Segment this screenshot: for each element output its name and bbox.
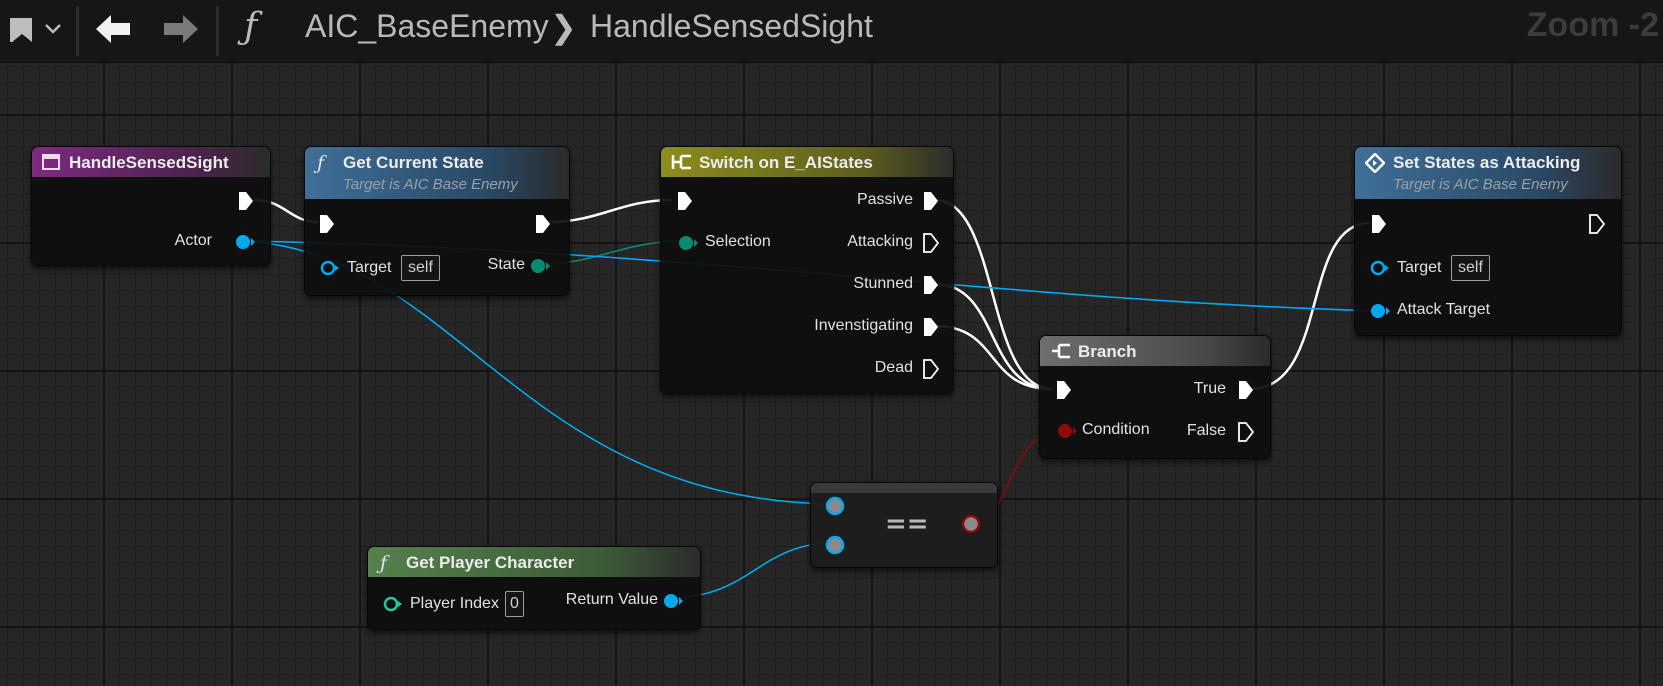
- node-get-player-character[interactable]: ƒ Get Player Character Player Index 0 Re…: [367, 546, 701, 630]
- object-in-pin-icon[interactable]: [1369, 302, 1391, 320]
- function-entry-icon: [42, 154, 60, 170]
- pin-label-condition: Condition: [1082, 421, 1150, 438]
- function-icon: ƒ: [317, 152, 325, 174]
- forward-arrow-icon[interactable]: [162, 12, 200, 46]
- exec-out-pin-icon[interactable]: [923, 317, 939, 337]
- node-title: Branch: [1078, 342, 1137, 361]
- node-subtitle: Target is AIC Base Enemy: [1393, 176, 1568, 193]
- node-title: Set States as Attacking: [1393, 153, 1581, 172]
- target-in-pin-icon[interactable]: [319, 259, 341, 277]
- pin-label-investigating: Invenstigating: [814, 317, 913, 334]
- toolbar: ƒ AIC_BaseEnemy ❯ HandleSensedSight Zoom…: [0, 0, 1663, 63]
- exec-out-pin-icon[interactable]: [1238, 422, 1254, 442]
- chevron-down-icon[interactable]: [44, 22, 62, 36]
- exec-out-pin-icon[interactable]: [923, 191, 939, 211]
- node-title: Get Player Character: [406, 553, 575, 572]
- node-branch[interactable]: Branch Condition True False: [1039, 335, 1271, 459]
- object-in-pin-icon[interactable]: [825, 496, 845, 516]
- pin-label-target: Target: [347, 259, 392, 276]
- breadcrumb-function[interactable]: HandleSensedSight: [590, 8, 873, 45]
- breadcrumb-separator-icon: ❯: [550, 9, 577, 45]
- back-arrow-icon[interactable]: [94, 12, 132, 46]
- object-out-pin-icon[interactable]: [234, 233, 256, 251]
- node-title: Get Current State: [343, 153, 484, 172]
- toolbar-separator: [76, 6, 79, 56]
- pin-label-player-index: Player Index: [410, 595, 499, 612]
- node-title: HandleSensedSight: [69, 153, 229, 172]
- exec-in-pin-icon[interactable]: [319, 214, 335, 234]
- pin-label-target: Target: [1397, 259, 1442, 276]
- pin-label-passive: Passive: [856, 191, 913, 208]
- exec-out-pin-icon[interactable]: [238, 191, 254, 211]
- enum-out-pin-icon[interactable]: [529, 257, 551, 275]
- exec-out-pin-icon[interactable]: [923, 233, 939, 253]
- exec-in-pin-icon[interactable]: [1056, 380, 1072, 400]
- exec-out-pin-icon[interactable]: [923, 275, 939, 295]
- zoom-indicator: Zoom -2: [1526, 6, 1659, 44]
- pin-label-true: True: [1193, 380, 1226, 397]
- node-set-states-as-attacking[interactable]: Set States as Attacking Target is AIC Ba…: [1354, 146, 1622, 336]
- int-in-pin-icon[interactable]: [382, 595, 404, 613]
- target-in-pin-icon[interactable]: [1369, 259, 1391, 277]
- function-icon: ƒ: [380, 552, 388, 574]
- pin-label-stunned: Stunned: [853, 275, 913, 292]
- enum-in-pin-icon[interactable]: [677, 234, 699, 252]
- node-title: Switch on E_AIStates: [699, 153, 873, 172]
- node-switch-on-states[interactable]: Switch on E_AIStates Selection Passive A…: [660, 146, 954, 394]
- exec-in-pin-icon[interactable]: [677, 191, 693, 211]
- pin-label-attacking: Attacking: [847, 233, 913, 250]
- toolbar-separator: [216, 6, 219, 56]
- node-header: [1040, 336, 1270, 366]
- exec-in-pin-icon[interactable]: [1371, 214, 1387, 234]
- player-index-field[interactable]: 0: [505, 591, 524, 617]
- function-icon: ƒ: [244, 6, 258, 47]
- bookmark-icon[interactable]: [10, 16, 34, 44]
- exec-out-pin-icon[interactable]: [923, 359, 939, 379]
- object-out-pin-icon[interactable]: [662, 592, 684, 610]
- object-in-pin-icon[interactable]: [825, 535, 845, 555]
- switch-icon: [671, 154, 691, 170]
- pin-label-actor: Actor: [174, 232, 212, 249]
- pin-label-dead: Dead: [874, 359, 913, 376]
- bool-out-pin-icon[interactable]: [961, 514, 981, 534]
- equal-operator: ==: [885, 509, 929, 539]
- pin-label-false: False: [1186, 422, 1226, 439]
- exec-out-pin-icon[interactable]: [1589, 214, 1605, 234]
- event-call-icon: [1365, 153, 1385, 173]
- breadcrumb-root[interactable]: AIC_BaseEnemy: [305, 8, 549, 45]
- bool-in-pin-icon[interactable]: [1056, 422, 1078, 440]
- pin-label-state: State: [487, 256, 525, 273]
- node-equal-object[interactable]: ==: [810, 482, 998, 568]
- target-self-field[interactable]: self: [401, 255, 440, 281]
- node-subtitle: Target is AIC Base Enemy: [343, 176, 518, 193]
- node-header: [811, 483, 997, 493]
- node-get-current-state[interactable]: ƒ Get Current State Target is AIC Base E…: [304, 146, 570, 296]
- pin-label-selection: Selection: [705, 233, 771, 250]
- exec-out-pin-icon[interactable]: [1238, 380, 1254, 400]
- pin-label-return-value: Return Value: [565, 591, 658, 608]
- branch-icon: [1052, 343, 1070, 359]
- exec-out-pin-icon[interactable]: [535, 214, 551, 234]
- node-handle-sensed-sight[interactable]: HandleSensedSight Actor: [31, 146, 271, 266]
- pin-label-attack-target: Attack Target: [1397, 301, 1491, 318]
- target-self-field[interactable]: self: [1451, 255, 1490, 281]
